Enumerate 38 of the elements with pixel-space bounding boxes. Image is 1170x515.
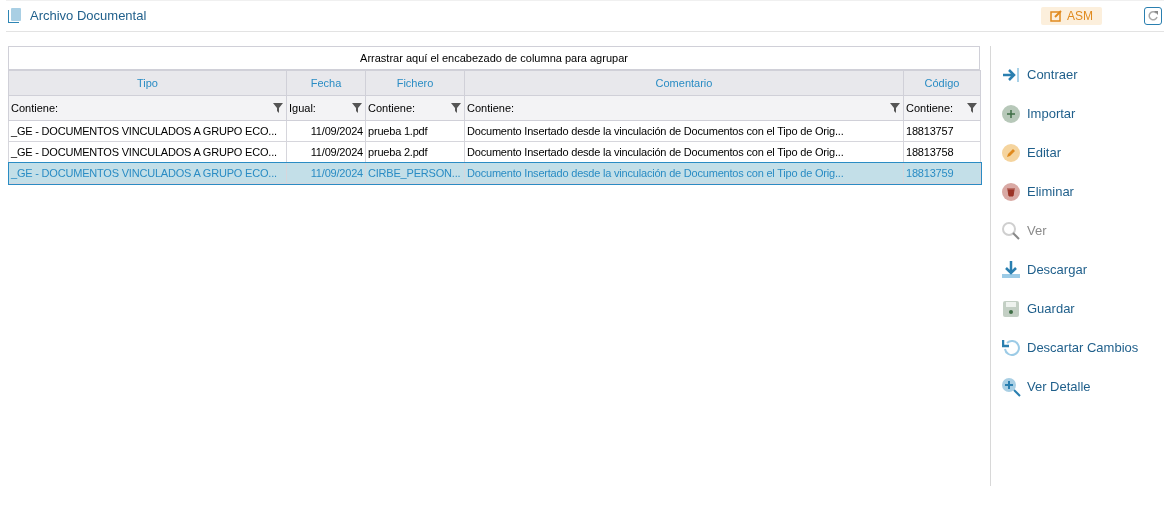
pencil-icon bbox=[1002, 143, 1020, 162]
table-cell: Documento Insertado desde la vinculación de Documentos con el Tipo de Orig... bbox=[464, 162, 904, 184]
table-cell: _GE - DOCUMENTOS VINCULADOS A GRUPO ECO... bbox=[8, 120, 287, 142]
document-icon bbox=[8, 8, 22, 24]
edit-icon bbox=[1050, 10, 1062, 22]
table-cell: 11/09/2024 bbox=[286, 162, 366, 184]
filter-icon[interactable] bbox=[451, 103, 461, 113]
refresh-icon bbox=[1147, 10, 1159, 22]
filter-icon[interactable] bbox=[967, 103, 977, 113]
table-cell: Documento Insertado desde la vinculación de Documentos con el Tipo de Orig... bbox=[464, 120, 904, 142]
trash-icon bbox=[1002, 182, 1020, 201]
filter-icon[interactable] bbox=[352, 103, 362, 113]
table-row[interactable]: _GE - DOCUMENTOS VINCULADOS A GRUPO ECO... 11/09/2024 prueba 1.pdf Documento Insertado desde la vinculación de Documentos con el Tipo de Orig... 18813757 bbox=[8, 120, 981, 142]
action-button[interactable]: Descartar Cambios bbox=[1001, 328, 1139, 367]
table-cell: 11/09/2024 bbox=[286, 120, 366, 142]
action-button[interactable]: Ver Detalle bbox=[1001, 367, 1091, 406]
action-button[interactable]: Guardar bbox=[1001, 289, 1075, 328]
action-button[interactable]: Contraer bbox=[1001, 55, 1078, 94]
filter-icon[interactable] bbox=[890, 103, 900, 113]
table-cell: _GE - DOCUMENTOS VINCULADOS A GRUPO ECO... bbox=[8, 162, 287, 184]
table-cell: prueba 1.pdf bbox=[365, 120, 465, 142]
zoom-in-icon bbox=[1001, 376, 1021, 397]
group-panel: Arrastrar aquí el encabezado de columna para agrupar bbox=[8, 46, 980, 70]
table-cell: CIRBE_PERSON... bbox=[365, 162, 465, 184]
action-button[interactable]: Eliminar bbox=[1001, 172, 1074, 211]
arrow-icon bbox=[1002, 65, 1020, 84]
plus-icon bbox=[1002, 104, 1020, 123]
page-title: Archivo Documental bbox=[30, 7, 147, 26]
filter-icon[interactable] bbox=[273, 103, 283, 113]
download-icon bbox=[1001, 259, 1021, 280]
table-cell: 18813759 bbox=[903, 162, 981, 184]
search-icon bbox=[1001, 220, 1021, 241]
undo-icon bbox=[1002, 338, 1020, 357]
table-cell: 18813757 bbox=[903, 120, 981, 142]
action-button[interactable]: Importar bbox=[1001, 94, 1076, 133]
action-button[interactable]: Descargar bbox=[1001, 250, 1087, 289]
action-button[interactable]: Editar bbox=[1001, 133, 1061, 172]
refresh-button[interactable] bbox=[1144, 7, 1162, 25]
